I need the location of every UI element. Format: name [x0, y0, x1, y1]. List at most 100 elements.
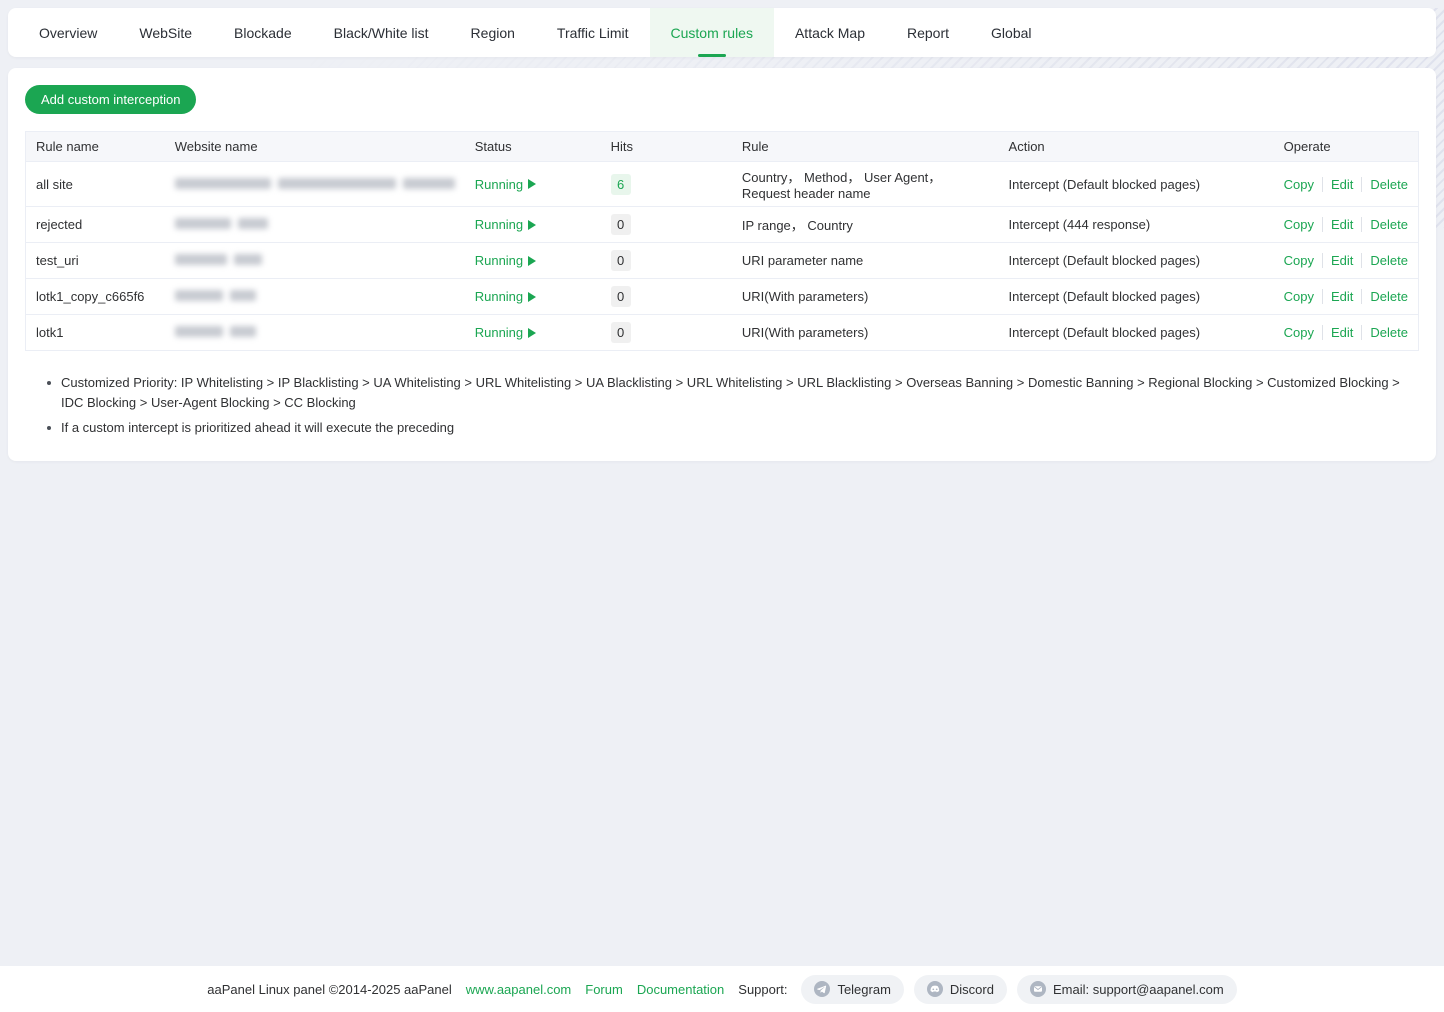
rule-name: lotk1	[26, 315, 165, 351]
edit-link[interactable]: Edit	[1322, 289, 1353, 304]
delete-link[interactable]: Delete	[1361, 253, 1408, 268]
copy-link[interactable]: Copy	[1284, 217, 1314, 232]
status-cell: Running	[465, 243, 601, 279]
email-icon	[1030, 981, 1046, 997]
hits-cell: 0	[601, 279, 732, 315]
status-toggle[interactable]: Running	[475, 289, 536, 304]
status-cell: Running	[465, 162, 601, 207]
edit-link[interactable]: Edit	[1322, 217, 1353, 232]
status-label: Running	[475, 289, 523, 304]
copy-link[interactable]: Copy	[1284, 325, 1314, 340]
rule-description: Country， Method， User Agent， Request hea…	[732, 162, 999, 207]
tab-global[interactable]: Global	[970, 8, 1052, 57]
status-toggle[interactable]: Running	[475, 217, 536, 232]
delete-link[interactable]: Delete	[1361, 177, 1408, 192]
play-icon	[528, 179, 536, 189]
aapanel-site-link[interactable]: www.aapanel.com	[466, 982, 572, 997]
col-hits: Hits	[601, 132, 732, 162]
rule-name: all site	[26, 162, 165, 207]
action-description: Intercept (Default blocked pages)	[999, 315, 1274, 351]
support-pills: Telegram Discord Email: support@aapanel.…	[801, 975, 1236, 1004]
forum-link[interactable]: Forum	[585, 982, 623, 997]
redacted-blur	[175, 290, 256, 301]
delete-link[interactable]: Delete	[1361, 289, 1408, 304]
status-label: Running	[475, 325, 523, 340]
table-row: lotk1_copy_c665f6 Running 0 URI(With par…	[26, 279, 1419, 315]
status-label: Running	[475, 217, 523, 232]
table-header-row: Rule name Website name Status Hits Rule …	[26, 132, 1419, 162]
rule-description: URI(With parameters)	[732, 315, 999, 351]
table-row: all site Running 6 Country， Method， User…	[26, 162, 1419, 207]
col-action: Action	[999, 132, 1274, 162]
website-name-redacted	[165, 162, 465, 207]
play-icon	[528, 328, 536, 338]
tab-traffic-limit[interactable]: Traffic Limit	[536, 8, 650, 57]
hits-cell: 0	[601, 315, 732, 351]
telegram-button[interactable]: Telegram	[801, 975, 903, 1004]
hits-badge: 0	[611, 286, 631, 307]
note-priority: Customized Priority: IP Whitelisting > I…	[47, 373, 1407, 413]
telegram-icon	[814, 981, 830, 997]
website-name-redacted	[165, 279, 465, 315]
status-cell: Running	[465, 279, 601, 315]
tab-website[interactable]: WebSite	[118, 8, 213, 57]
tab-overview[interactable]: Overview	[18, 8, 118, 57]
delete-link[interactable]: Delete	[1361, 217, 1408, 232]
operate-cell: Copy Edit Delete	[1274, 162, 1419, 207]
copy-link[interactable]: Copy	[1284, 253, 1314, 268]
play-icon	[528, 256, 536, 266]
status-cell: Running	[465, 207, 601, 243]
delete-link[interactable]: Delete	[1361, 325, 1408, 340]
hits-badge: 6	[611, 174, 631, 195]
add-custom-interception-button[interactable]: Add custom interception	[25, 85, 196, 114]
table-row: test_uri Running 0 URI parameter name In…	[26, 243, 1419, 279]
redacted-blur	[175, 254, 262, 265]
hits-cell: 6	[601, 162, 732, 207]
col-website-name: Website name	[165, 132, 465, 162]
website-name-redacted	[165, 207, 465, 243]
edit-link[interactable]: Edit	[1322, 325, 1353, 340]
status-label: Running	[475, 253, 523, 268]
copy-link[interactable]: Copy	[1284, 289, 1314, 304]
documentation-link[interactable]: Documentation	[637, 982, 724, 997]
redacted-blur	[175, 178, 455, 189]
edit-link[interactable]: Edit	[1322, 253, 1353, 268]
website-name-redacted	[165, 315, 465, 351]
note-custom-intercept: If a custom intercept is prioritized ahe…	[47, 418, 1407, 438]
hits-badge: 0	[611, 250, 631, 271]
action-description: Intercept (Default blocked pages)	[999, 162, 1274, 207]
tab-attack-map[interactable]: Attack Map	[774, 8, 886, 57]
edit-link[interactable]: Edit	[1322, 177, 1353, 192]
status-toggle[interactable]: Running	[475, 177, 536, 192]
hits-badge: 0	[611, 214, 631, 235]
redacted-blur	[175, 218, 268, 229]
website-name-redacted	[165, 243, 465, 279]
tab-region[interactable]: Region	[450, 8, 536, 57]
action-description: Intercept (444 response)	[999, 207, 1274, 243]
status-label: Running	[475, 177, 523, 192]
discord-icon	[927, 981, 943, 997]
tab-black-white-list[interactable]: Black/White list	[313, 8, 450, 57]
tab-custom-rules[interactable]: Custom rules	[650, 8, 774, 57]
action-description: Intercept (Default blocked pages)	[999, 243, 1274, 279]
status-toggle[interactable]: Running	[475, 253, 536, 268]
table-row: rejected Running 0 IP range， Country Int…	[26, 207, 1419, 243]
rule-name: lotk1_copy_c665f6	[26, 279, 165, 315]
status-toggle[interactable]: Running	[475, 325, 536, 340]
custom-rules-panel: Add custom interception Rule name Websit…	[8, 68, 1436, 461]
col-status: Status	[465, 132, 601, 162]
email-label: Email: support@aapanel.com	[1053, 982, 1224, 997]
notes-list: Customized Priority: IP Whitelisting > I…	[47, 373, 1419, 438]
col-rule-name: Rule name	[26, 132, 165, 162]
table-row: lotk1 Running 0 URI(With parameters) Int…	[26, 315, 1419, 351]
email-button[interactable]: Email: support@aapanel.com	[1017, 975, 1237, 1004]
operate-cell: Copy Edit Delete	[1274, 207, 1419, 243]
tab-report[interactable]: Report	[886, 8, 970, 57]
operate-cell: Copy Edit Delete	[1274, 279, 1419, 315]
rule-description: IP range， Country	[732, 207, 999, 243]
play-icon	[528, 292, 536, 302]
discord-button[interactable]: Discord	[914, 975, 1007, 1004]
copy-link[interactable]: Copy	[1284, 177, 1314, 192]
support-label: Support:	[738, 982, 787, 997]
tab-blockade[interactable]: Blockade	[213, 8, 313, 57]
